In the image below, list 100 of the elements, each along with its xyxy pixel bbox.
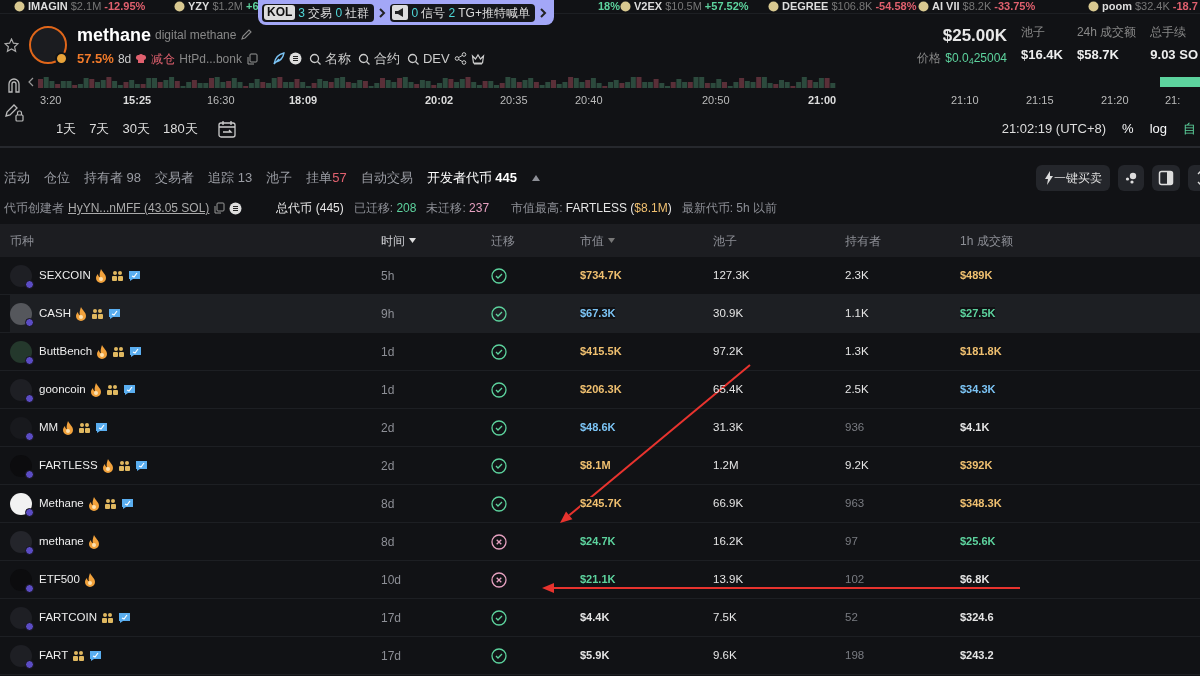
- time-label: 21:: [1165, 93, 1181, 108]
- tab[interactable]: 池子: [266, 168, 293, 188]
- token-name: Methane: [39, 495, 84, 511]
- tab[interactable]: 自动交易: [360, 168, 413, 188]
- tab[interactable]: 持有者 98: [84, 168, 142, 188]
- ticker-name[interactable]: DEGREE: [782, 0, 829, 15]
- time-label: 16:30: [207, 93, 235, 108]
- creator-link[interactable]: HyYN...nMFF (43.05 SOL): [68, 199, 210, 217]
- signal-count: 3 交易: [298, 4, 333, 22]
- stat-value: $58.7K: [1076, 46, 1120, 65]
- token-age: 8d: [117, 50, 132, 68]
- price-label: 价格: [917, 49, 942, 67]
- dots-icon: [1124, 171, 1138, 185]
- tab[interactable]: 仓位: [44, 168, 70, 188]
- token-avatar: [29, 26, 67, 64]
- table-cell-text: 30.9K: [713, 305, 745, 321]
- range-button[interactable]: 7天: [89, 119, 110, 139]
- table-cell-text: 2.5K: [845, 381, 870, 397]
- caret-up-icon[interactable]: [530, 174, 541, 182]
- ticker-change: -12.95%: [104, 0, 146, 15]
- chevron-icon[interactable]: [378, 7, 387, 18]
- crown-icon[interactable]: [470, 52, 485, 65]
- ticker-change: -54.58%: [875, 0, 917, 15]
- table-cell-text: 13.9K: [713, 571, 745, 587]
- ticker-change: -18.7: [1172, 0, 1198, 15]
- pencil-lock-icon[interactable]: [4, 102, 24, 122]
- column-header[interactable]: 时间: [381, 231, 405, 250]
- copy-icon[interactable]: [213, 202, 226, 214]
- table-cell-text: 102: [845, 571, 866, 587]
- ticker-change: -33.75%: [994, 0, 1036, 15]
- range-button[interactable]: 1天: [56, 119, 77, 139]
- column-header[interactable]: 池子: [713, 231, 737, 250]
- token-name: ButtBench: [39, 343, 93, 359]
- time-label: 20:50: [702, 93, 730, 108]
- tab[interactable]: 开发者代币 445: [426, 168, 517, 188]
- table-cell-text: 2d: [381, 457, 396, 475]
- pending-count: 未迁移: 237: [426, 200, 490, 217]
- ticker-name[interactable]: V2EX: [634, 0, 663, 15]
- search-link[interactable]: 名称: [308, 48, 351, 69]
- tab[interactable]: 活动: [4, 168, 30, 188]
- creator-label: 代币创建者: [4, 200, 64, 217]
- tab[interactable]: 交易者: [155, 168, 195, 188]
- sort-icon[interactable]: [409, 238, 416, 243]
- column-header[interactable]: 市值: [580, 231, 604, 250]
- table-cell-text: 1.1K: [845, 305, 870, 321]
- share-icon[interactable]: [453, 52, 467, 65]
- calendar-icon[interactable]: [216, 120, 237, 138]
- chevron-icon[interactable]: [538, 7, 547, 18]
- magnet-icon[interactable]: [6, 78, 22, 94]
- latest-token: 最新代币: 5h 以前: [681, 200, 777, 217]
- chart-option[interactable]: log: [1149, 119, 1167, 139]
- token-name: gooncoin: [39, 381, 86, 397]
- search-link[interactable]: DEV: [406, 48, 450, 69]
- tab[interactable]: 挂单57: [306, 168, 347, 188]
- search-icon: [406, 52, 419, 65]
- table-cell-text: 52: [845, 609, 859, 625]
- ticker-name[interactable]: AI VII: [932, 0, 960, 15]
- search-link[interactable]: 合约: [357, 48, 400, 69]
- ticker-name[interactable]: poom: [1102, 0, 1132, 15]
- token-name: methane: [39, 533, 84, 549]
- ticker-name[interactable]: YZY: [188, 0, 210, 15]
- signal-pill[interactable]: 0 信号 2 TG+推特喊单: [390, 3, 535, 22]
- ticker-name[interactable]: IMAGIN: [28, 0, 68, 15]
- column-header[interactable]: 1h 成交额: [960, 231, 1013, 250]
- time-label: 20:40: [575, 93, 603, 108]
- pencil-icon[interactable]: [240, 29, 253, 42]
- column-header[interactable]: 币种: [10, 231, 34, 250]
- table-cell-text: $245.7K: [580, 495, 623, 511]
- ticker-change: 18%: [597, 0, 620, 15]
- quick-trade-button[interactable]: 一键买卖: [1036, 165, 1110, 191]
- token-name: CASH: [39, 305, 71, 321]
- chevron-left-icon[interactable]: [28, 77, 34, 87]
- tab[interactable]: 追踪 13: [208, 168, 253, 188]
- ticker-value: $32.4K: [1134, 0, 1170, 15]
- bubbles-button[interactable]: [1118, 165, 1144, 191]
- column-header[interactable]: 迁移: [491, 231, 515, 250]
- range-button[interactable]: 180天: [162, 119, 198, 139]
- auto-scale-option[interactable]: 自: [1183, 119, 1196, 139]
- market-cap: $25.00K: [942, 25, 1007, 48]
- chart-option[interactable]: %: [1122, 119, 1134, 139]
- ticker-change: +57.52%: [704, 0, 749, 15]
- signal-pill[interactable]: KOL 3 交易 0 社群: [262, 3, 375, 22]
- column-header[interactable]: 持有者: [845, 231, 881, 250]
- price-change: 57.5%: [77, 49, 114, 68]
- top-token: 市值最高: FARTLESS ($8.1M): [511, 200, 672, 217]
- range-button[interactable]: 30天: [122, 119, 150, 139]
- star-icon[interactable]: [4, 37, 19, 53]
- ticker-value: $10.5M: [665, 0, 702, 15]
- table-cell-text: 2.3K: [845, 267, 870, 283]
- table-cell-text: 97: [845, 533, 859, 549]
- token-name: digital methane: [155, 27, 237, 45]
- feather-icon[interactable]: [271, 52, 285, 65]
- panel-button[interactable]: [1152, 165, 1180, 191]
- ticker-value: $1.2M: [212, 0, 243, 15]
- stat-value: 9.03 SO: [1150, 46, 1198, 65]
- copy-icon[interactable]: [245, 52, 258, 65]
- token-name: MM: [39, 419, 59, 435]
- table-cell-text: 17d: [381, 647, 403, 665]
- table-cell-text: 1.2M: [713, 457, 740, 473]
- time-label: 20:02: [425, 93, 454, 108]
